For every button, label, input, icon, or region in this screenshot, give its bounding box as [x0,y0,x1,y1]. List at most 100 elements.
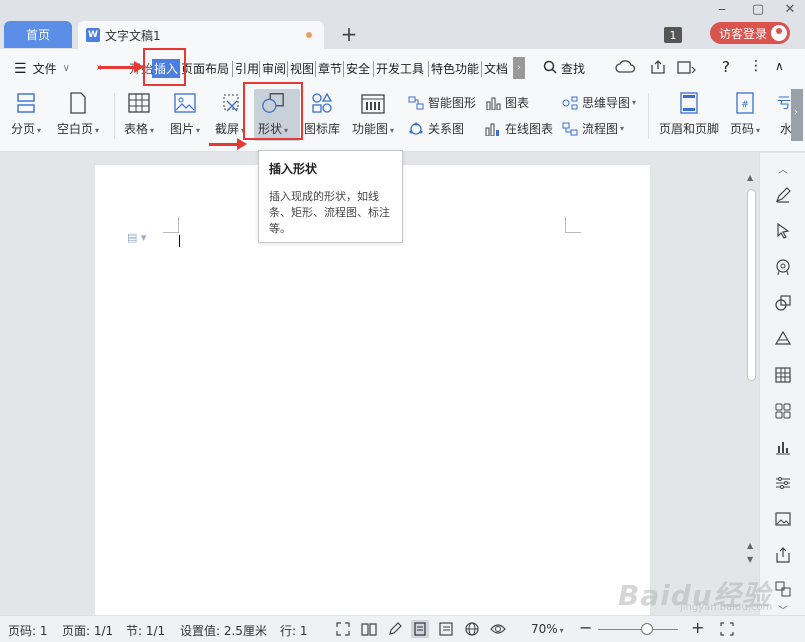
vertical-scrollbar[interactable]: ▲ ▲ ▼ [745,153,759,615]
flowchart-icon [562,121,578,137]
table-button[interactable]: 表格 ▾ [124,91,154,137]
zoom-out-button[interactable]: − [579,618,592,637]
maximize-button[interactable]: ▢ [748,2,768,17]
page-view-icon[interactable] [411,620,429,638]
chart-button[interactable]: 图表 [485,94,529,111]
help-icon[interactable]: ? [722,58,730,76]
title-bar: 首页 W 文字文稿1 + ⎯ ▢ ✕ 1 访客登录 [0,0,805,49]
zoom-slider[interactable] [598,629,678,630]
tab-page-layout[interactable]: 页面布局 [181,60,229,77]
zoom-level[interactable]: 70% ▾ [531,622,564,636]
fullscreen-icon[interactable] [334,620,352,638]
tab-review[interactable]: 审阅 [262,60,286,77]
web-view-icon[interactable] [463,620,481,638]
status-section[interactable]: 节: 1/1 [126,622,165,639]
pagebreak-button[interactable]: 分页 ▾ [11,91,41,137]
screenshot-button[interactable]: 截屏 ▾ [215,91,245,137]
text-cursor [179,235,180,247]
status-page[interactable]: 页码: 1 [8,622,48,639]
shapes-icon[interactable] [773,293,793,313]
relation-chart-icon [408,121,424,137]
blank-page-button[interactable]: 空白页 ▾ [57,91,99,137]
relation-chart-label: 关系图 [428,122,465,136]
export-share-icon[interactable] [773,545,793,565]
pen-mode-icon[interactable] [386,620,404,638]
image-icon[interactable] [773,509,793,529]
search-button[interactable]: 查找 [543,60,585,77]
minimize-button[interactable]: ⎯ [712,2,732,17]
scrollbar-thumb[interactable] [747,189,756,381]
cursor-icon[interactable] [773,221,793,241]
notification-badge[interactable]: 1 [664,27,682,43]
cloud-sync-icon[interactable] [615,59,637,78]
tab-document[interactable]: W 文字文稿1 [78,21,324,49]
zoom-slider-knob[interactable] [641,623,653,635]
scroll-up-icon[interactable]: ▲ [747,173,753,182]
tab-special-features[interactable]: 特色功能 [431,60,479,77]
function-chart-icon [361,91,385,115]
online-chart-label: 在线图表 [505,122,554,136]
outline-view-icon[interactable] [437,620,455,638]
scroll-down-icon[interactable]: ▼ [747,555,753,564]
file-menu[interactable]: ☰ 文件 ∨ [14,60,70,77]
online-chart-button[interactable]: 在线图表 [485,120,553,137]
ribbon-scroll-right[interactable]: › [791,89,803,141]
tab-divider [343,61,344,77]
settings-sliders-icon[interactable] [773,473,793,493]
eye-protection-icon[interactable] [489,620,507,638]
translate-icon[interactable] [773,579,793,599]
share-icon[interactable] [650,59,666,78]
tab-divider [373,61,374,77]
picture-button[interactable]: 图片 ▾ [170,91,200,137]
pagebreak-icon [14,91,38,115]
tab-developer[interactable]: 开发工具 [376,60,424,77]
tab-document-more[interactable]: 文档 [484,60,512,77]
search-icon [543,60,557,77]
header-footer-icon [677,91,701,115]
relation-chart-button[interactable]: 关系图 [408,120,464,137]
chevron-down-icon: ∨ [62,63,70,74]
tab-references[interactable]: 引用 [235,60,259,77]
status-bar: 页码: 1 页面: 1/1 节: 1/1 设置值: 2.5厘米 行: 1 70%… [0,615,805,642]
function-chart-button[interactable]: 功能图 ▾ [352,91,394,137]
zoom-in-button[interactable]: + [691,618,704,637]
paragraph-layout-icon[interactable]: ▤ ▾ [127,231,146,244]
right-sidebar: ︿ ﹀ [759,153,805,617]
annotation-arrow-insert [98,61,144,73]
chevron-right-icon[interactable]: › [513,57,525,79]
add-tab-button[interactable]: + [338,22,360,46]
close-button[interactable]: ✕ [780,2,800,17]
apps-icon[interactable] [773,401,793,421]
status-line[interactable]: 行: 1 [280,622,308,639]
export-icon[interactable] [676,59,698,78]
guest-login-button[interactable]: 访客登录 [710,22,790,44]
read-mode-icon[interactable] [360,620,378,638]
status-setting[interactable]: 设置值: 2.5厘米 [180,622,267,639]
status-pages[interactable]: 页面: 1/1 [62,622,113,639]
tab-divider [287,61,288,77]
pagebreak-label: 分页 [11,122,36,136]
statistics-icon[interactable] [773,437,793,457]
header-footer-button[interactable]: 页眉和页脚 [659,91,719,137]
pen-icon[interactable] [773,185,793,205]
tooltip-body: 插入现成的形状，如线条、矩形、流程图、标注等。 [269,190,390,235]
grid-table-icon[interactable] [773,365,793,385]
collapse-ribbon-icon[interactable]: ∧ [775,59,784,73]
login-label: 访客登录 [719,26,768,41]
tab-home[interactable]: 首页 [4,21,72,48]
mind-map-button[interactable]: 思维导图 ▾ [562,94,636,111]
badge-icon[interactable] [773,257,793,277]
flowchart-button[interactable]: 流程图 ▾ [562,120,624,137]
page-number-button[interactable]: # 页码 ▾ [730,91,760,137]
picture-label: 图片 [170,122,195,136]
icon-library-button[interactable]: 图标库 [304,91,340,137]
more-options-icon[interactable]: ⋮ [749,58,763,74]
fit-window-icon[interactable] [718,620,736,638]
scroll-up-icon[interactable]: ▲ [747,541,753,550]
smart-graphic-button[interactable]: 智能图形 [408,94,476,111]
tab-view[interactable]: 视图 [290,60,314,77]
layers-icon[interactable] [773,329,793,349]
tab-security[interactable]: 安全 [346,60,370,77]
tab-chapter[interactable]: 章节 [318,60,342,77]
chevron-up-icon[interactable]: ︿ [773,158,793,178]
